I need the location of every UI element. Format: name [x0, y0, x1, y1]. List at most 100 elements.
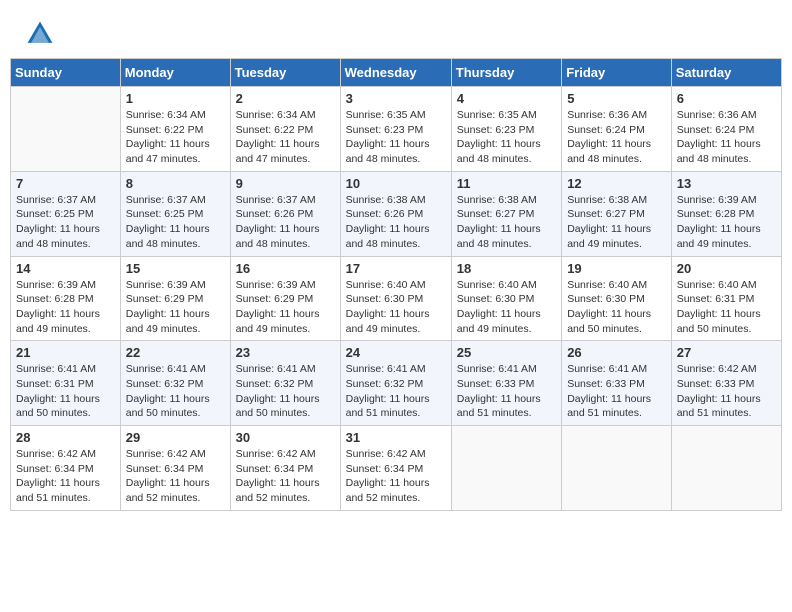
- page-header: [0, 0, 792, 58]
- day-info: Sunrise: 6:38 AM Sunset: 6:26 PM Dayligh…: [346, 193, 446, 252]
- calendar-cell: 11 Sunrise: 6:38 AM Sunset: 6:27 PM Dayli…: [451, 171, 561, 256]
- day-number: 24: [346, 345, 446, 360]
- calendar-cell: 26Sunrise: 6:41 AM Sunset: 6:33 PM Dayli…: [562, 341, 672, 426]
- logo-icon: [24, 18, 56, 50]
- day-number: 30: [236, 430, 335, 445]
- day-number: 20: [677, 261, 776, 276]
- day-info: Sunrise: 6:38 AM Sunset: 6:27 PM Dayligh…: [567, 193, 666, 252]
- day-info: Sunrise: 6:40 AM Sunset: 6:31 PM Dayligh…: [677, 278, 776, 337]
- day-info: Sunrise: 6:42 AM Sunset: 6:33 PM Dayligh…: [677, 362, 776, 421]
- day-info: Sunrise: 6:41 AM Sunset: 6:32 PM Dayligh…: [236, 362, 335, 421]
- calendar-cell: [11, 87, 121, 172]
- calendar-week-row: 7 Sunrise: 6:37 AM Sunset: 6:25 PM Daylig…: [11, 171, 782, 256]
- logo: [24, 18, 60, 50]
- day-number: 27: [677, 345, 776, 360]
- calendar-cell: 30 Sunrise: 6:42 AM Sunset: 6:34 PM Dayli…: [230, 426, 340, 511]
- calendar-cell: 28 Sunrise: 6:42 AM Sunset: 6:34 PM Dayli…: [11, 426, 121, 511]
- day-info: Sunrise: 6:41 AM Sunset: 6:32 PM Dayligh…: [346, 362, 446, 421]
- calendar-cell: 17 Sunrise: 6:40 AM Sunset: 6:30 PM Dayli…: [340, 256, 451, 341]
- day-info: Sunrise: 6:42 AM Sunset: 6:34 PM Dayligh…: [16, 447, 115, 506]
- calendar-cell: 19 Sunrise: 6:40 AM Sunset: 6:30 PM Dayli…: [562, 256, 672, 341]
- day-number: 18: [457, 261, 556, 276]
- day-number: 6: [677, 91, 776, 106]
- calendar-cell: [562, 426, 672, 511]
- calendar-cell: 18Sunrise: 6:40 AM Sunset: 6:30 PM Dayli…: [451, 256, 561, 341]
- day-number: 11: [457, 176, 556, 191]
- day-info: Sunrise: 6:39 AM Sunset: 6:28 PM Dayligh…: [677, 193, 776, 252]
- day-number: 22: [126, 345, 225, 360]
- day-number: 14: [16, 261, 115, 276]
- day-info: Sunrise: 6:39 AM Sunset: 6:29 PM Dayligh…: [236, 278, 335, 337]
- calendar-cell: 29Sunrise: 6:42 AM Sunset: 6:34 PM Dayli…: [120, 426, 230, 511]
- day-info: Sunrise: 6:41 AM Sunset: 6:32 PM Dayligh…: [126, 362, 225, 421]
- calendar-cell: 13 Sunrise: 6:39 AM Sunset: 6:28 PM Dayli…: [671, 171, 781, 256]
- day-number: 23: [236, 345, 335, 360]
- day-number: 9: [236, 176, 335, 191]
- calendar-cell: [671, 426, 781, 511]
- day-number: 31: [346, 430, 446, 445]
- day-number: 21: [16, 345, 115, 360]
- day-info: Sunrise: 6:42 AM Sunset: 6:34 PM Dayligh…: [236, 447, 335, 506]
- day-number: 15: [126, 261, 225, 276]
- day-number: 3: [346, 91, 446, 106]
- calendar-cell: 22 Sunrise: 6:41 AM Sunset: 6:32 PM Dayli…: [120, 341, 230, 426]
- calendar-table: SundayMondayTuesdayWednesdayThursdayFrid…: [10, 58, 782, 511]
- calendar-cell: 8 Sunrise: 6:37 AM Sunset: 6:25 PM Daylig…: [120, 171, 230, 256]
- calendar-cell: 25 Sunrise: 6:41 AM Sunset: 6:33 PM Dayli…: [451, 341, 561, 426]
- weekday-header-wednesday: Wednesday: [340, 59, 451, 87]
- calendar-cell: 9 Sunrise: 6:37 AM Sunset: 6:26 PM Daylig…: [230, 171, 340, 256]
- day-info: Sunrise: 6:41 AM Sunset: 6:33 PM Dayligh…: [457, 362, 556, 421]
- calendar-cell: 14 Sunrise: 6:39 AM Sunset: 6:28 PM Dayli…: [11, 256, 121, 341]
- day-number: 12: [567, 176, 666, 191]
- weekday-header-thursday: Thursday: [451, 59, 561, 87]
- calendar-cell: 7 Sunrise: 6:37 AM Sunset: 6:25 PM Daylig…: [11, 171, 121, 256]
- day-info: Sunrise: 6:35 AM Sunset: 6:23 PM Dayligh…: [457, 108, 556, 167]
- day-number: 16: [236, 261, 335, 276]
- day-info: Sunrise: 6:39 AM Sunset: 6:29 PM Dayligh…: [126, 278, 225, 337]
- calendar-cell: 16 Sunrise: 6:39 AM Sunset: 6:29 PM Dayli…: [230, 256, 340, 341]
- day-number: 25: [457, 345, 556, 360]
- calendar-cell: 10 Sunrise: 6:38 AM Sunset: 6:26 PM Dayli…: [340, 171, 451, 256]
- day-number: 17: [346, 261, 446, 276]
- day-info: Sunrise: 6:40 AM Sunset: 6:30 PM Dayligh…: [567, 278, 666, 337]
- calendar-cell: 24 Sunrise: 6:41 AM Sunset: 6:32 PM Dayli…: [340, 341, 451, 426]
- day-number: 19: [567, 261, 666, 276]
- day-info: Sunrise: 6:36 AM Sunset: 6:24 PM Dayligh…: [567, 108, 666, 167]
- calendar-cell: 23 Sunrise: 6:41 AM Sunset: 6:32 PM Dayli…: [230, 341, 340, 426]
- day-number: 10: [346, 176, 446, 191]
- day-info: Sunrise: 6:37 AM Sunset: 6:26 PM Dayligh…: [236, 193, 335, 252]
- calendar-cell: 2 Sunrise: 6:34 AM Sunset: 6:22 PM Daylig…: [230, 87, 340, 172]
- day-number: 5: [567, 91, 666, 106]
- weekday-header-sunday: Sunday: [11, 59, 121, 87]
- day-info: Sunrise: 6:39 AM Sunset: 6:28 PM Dayligh…: [16, 278, 115, 337]
- calendar-wrap: SundayMondayTuesdayWednesdayThursdayFrid…: [0, 58, 792, 521]
- day-number: 13: [677, 176, 776, 191]
- day-number: 2: [236, 91, 335, 106]
- weekday-header-tuesday: Tuesday: [230, 59, 340, 87]
- day-info: Sunrise: 6:37 AM Sunset: 6:25 PM Dayligh…: [16, 193, 115, 252]
- calendar-cell: 12 Sunrise: 6:38 AM Sunset: 6:27 PM Dayli…: [562, 171, 672, 256]
- calendar-cell: 20 Sunrise: 6:40 AM Sunset: 6:31 PM Dayli…: [671, 256, 781, 341]
- calendar-week-row: 1Sunrise: 6:34 AM Sunset: 6:22 PM Daylig…: [11, 87, 782, 172]
- day-number: 28: [16, 430, 115, 445]
- calendar-cell: 3Sunrise: 6:35 AM Sunset: 6:23 PM Daylig…: [340, 87, 451, 172]
- day-info: Sunrise: 6:41 AM Sunset: 6:31 PM Dayligh…: [16, 362, 115, 421]
- calendar-cell: 21 Sunrise: 6:41 AM Sunset: 6:31 PM Dayli…: [11, 341, 121, 426]
- calendar-week-row: 21 Sunrise: 6:41 AM Sunset: 6:31 PM Dayli…: [11, 341, 782, 426]
- calendar-cell: 1Sunrise: 6:34 AM Sunset: 6:22 PM Daylig…: [120, 87, 230, 172]
- day-number: 8: [126, 176, 225, 191]
- day-info: Sunrise: 6:42 AM Sunset: 6:34 PM Dayligh…: [346, 447, 446, 506]
- calendar-week-row: 28 Sunrise: 6:42 AM Sunset: 6:34 PM Dayli…: [11, 426, 782, 511]
- weekday-header-monday: Monday: [120, 59, 230, 87]
- day-info: Sunrise: 6:37 AM Sunset: 6:25 PM Dayligh…: [126, 193, 225, 252]
- day-info: Sunrise: 6:38 AM Sunset: 6:27 PM Dayligh…: [457, 193, 556, 252]
- weekday-header-friday: Friday: [562, 59, 672, 87]
- day-info: Sunrise: 6:40 AM Sunset: 6:30 PM Dayligh…: [346, 278, 446, 337]
- day-info: Sunrise: 6:34 AM Sunset: 6:22 PM Dayligh…: [236, 108, 335, 167]
- calendar-cell: 6Sunrise: 6:36 AM Sunset: 6:24 PM Daylig…: [671, 87, 781, 172]
- calendar-cell: 5 Sunrise: 6:36 AM Sunset: 6:24 PM Daylig…: [562, 87, 672, 172]
- calendar-cell: 15 Sunrise: 6:39 AM Sunset: 6:29 PM Dayli…: [120, 256, 230, 341]
- calendar-cell: [451, 426, 561, 511]
- day-number: 7: [16, 176, 115, 191]
- day-info: Sunrise: 6:42 AM Sunset: 6:34 PM Dayligh…: [126, 447, 225, 506]
